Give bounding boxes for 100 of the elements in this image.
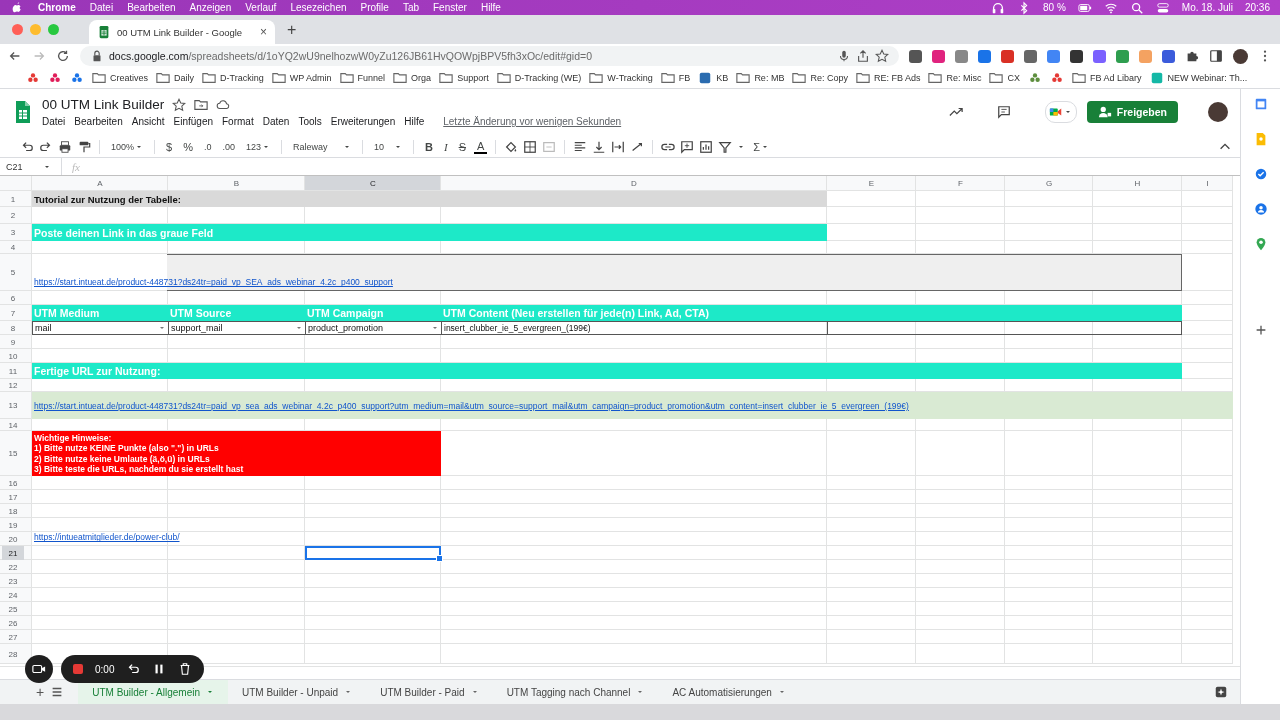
menu-item[interactable]: Bearbeiten bbox=[74, 116, 123, 128]
row-number[interactable]: 21 bbox=[2, 546, 24, 561]
row-number[interactable]: 16 bbox=[2, 476, 24, 491]
sheet-tab[interactable]: AC Automatisierungen bbox=[658, 680, 800, 704]
text-wrap-icon[interactable] bbox=[611, 139, 626, 154]
menu-item[interactable]: Lesezeichen bbox=[290, 2, 347, 13]
row-number[interactable]: 2 bbox=[2, 207, 24, 225]
menu-item[interactable]: Datei bbox=[42, 116, 66, 128]
bookmark[interactable]: Re: Copy bbox=[810, 73, 848, 83]
sheet-tab[interactable]: UTM Tagging nach Channel bbox=[492, 680, 659, 704]
address-bar[interactable]: docs.google.com/spreadsheets/d/1oYQ2wU9nelhozwW0yZu126JB61HvQOWpjBPV5fh3xOc/edit#gid=0 bbox=[80, 46, 899, 66]
comment-icon[interactable] bbox=[680, 139, 695, 154]
menu-item[interactable]: Chrome bbox=[38, 2, 76, 13]
row-number[interactable]: 19 bbox=[2, 518, 24, 533]
decrease-decimals-button[interactable]: .0 bbox=[200, 141, 215, 152]
reload-icon[interactable] bbox=[56, 49, 70, 63]
menu-item[interactable]: Profile bbox=[360, 2, 389, 13]
more-formats-dropdown[interactable]: 123 bbox=[242, 141, 273, 152]
sheet-tab[interactable]: UTM Builder - Paid bbox=[366, 680, 493, 704]
text-color-button[interactable]: A bbox=[473, 139, 488, 154]
redo-icon[interactable] bbox=[39, 139, 53, 154]
document-title[interactable]: 00 UTM Link Builder bbox=[42, 97, 165, 113]
menu-item[interactable]: Datei bbox=[89, 2, 114, 13]
move-folder-icon[interactable] bbox=[194, 97, 209, 112]
bookmark[interactable]: Support bbox=[457, 73, 489, 83]
bookmark[interactable]: NEW Webinar: Th... bbox=[1167, 73, 1248, 83]
row-number[interactable]: 6 bbox=[2, 291, 24, 306]
generated-url-link[interactable]: https://start.intueat.de/product-448731?ds24tr=paid_vp_sea_ads_webinar_4.2c_p400_support?utm_medium=mail&utm_source=support_mail&utm_campaign=product_promotion&utm_content=insert_clubber_ie_5_evergreen_(199€) bbox=[34, 400, 909, 411]
cloud-icon[interactable] bbox=[216, 97, 231, 112]
paint-format-icon[interactable] bbox=[77, 139, 91, 154]
undo-icon[interactable] bbox=[126, 662, 141, 676]
row-number[interactable]: 12 bbox=[2, 379, 24, 393]
increase-decimals-button[interactable]: .00 bbox=[219, 141, 238, 152]
star-icon[interactable] bbox=[875, 49, 889, 63]
menu-item[interactable]: Bearbeiten bbox=[127, 2, 176, 13]
undo-icon[interactable] bbox=[20, 139, 34, 154]
menu-item[interactable]: Ansicht bbox=[131, 116, 165, 128]
bookmark[interactable]: Orga bbox=[411, 73, 432, 83]
share-icon[interactable] bbox=[856, 49, 870, 63]
merge-cells-icon[interactable] bbox=[542, 139, 557, 154]
row-number[interactable]: 24 bbox=[2, 588, 24, 603]
row-number[interactable]: 27 bbox=[2, 630, 24, 645]
extension-icon[interactable] bbox=[909, 49, 922, 63]
row-number[interactable]: 14 bbox=[2, 419, 24, 432]
bookmark[interactable]: RE: FB Ads bbox=[873, 73, 921, 83]
menu-item[interactable]: Anzeigen bbox=[189, 2, 232, 13]
bookmark[interactable]: KB bbox=[716, 73, 729, 83]
row-number[interactable]: 3 bbox=[2, 224, 24, 242]
star-icon[interactable] bbox=[172, 97, 187, 112]
row-number[interactable]: 26 bbox=[2, 616, 24, 631]
row-number[interactable]: 15 bbox=[2, 431, 24, 477]
menu-item[interactable]: Fenster bbox=[433, 2, 467, 13]
microphone-icon[interactable] bbox=[837, 49, 851, 63]
meet-button[interactable] bbox=[1044, 101, 1077, 124]
bookmark-icon[interactable] bbox=[1050, 71, 1064, 85]
bookmark[interactable]: FB bbox=[678, 73, 691, 83]
sheet-tab[interactable]: UTM Builder - Unpaid bbox=[228, 680, 367, 704]
dropdown[interactable]: product_promotion bbox=[305, 321, 441, 336]
menu-item[interactable]: Einfügen bbox=[173, 116, 213, 128]
menu-item[interactable]: Tools bbox=[298, 116, 322, 128]
link[interactable]: https://start.intueat.de/product-448731?ds24tr=paid_vp_SEA_ads_webinar_4.2c_p400_support bbox=[34, 277, 393, 288]
row-number[interactable]: 9 bbox=[2, 335, 24, 350]
bookmark-icon[interactable] bbox=[70, 71, 84, 85]
sheets-icon[interactable] bbox=[97, 25, 111, 39]
bookmark[interactable]: D-Tracking bbox=[220, 73, 264, 83]
filter-icon[interactable] bbox=[718, 139, 733, 154]
search-icon[interactable] bbox=[1129, 0, 1144, 15]
row-number[interactable]: 11 bbox=[2, 363, 24, 380]
menu-item[interactable]: Format bbox=[222, 116, 254, 128]
link[interactable]: https://intueatmitglieder.de/power-club/ bbox=[34, 532, 180, 543]
bookmark[interactable]: CX bbox=[1007, 73, 1020, 83]
empty-field[interactable] bbox=[827, 321, 1182, 336]
menu-item[interactable]: Hilfe bbox=[404, 116, 425, 128]
row-number[interactable]: 1 bbox=[2, 191, 24, 208]
menu-item[interactable]: Tab bbox=[402, 2, 419, 13]
apple-icon[interactable] bbox=[10, 0, 24, 15]
functions-dropdown[interactable]: Σ bbox=[750, 140, 773, 153]
row-number[interactable]: 28 bbox=[2, 644, 24, 665]
borders-icon[interactable] bbox=[523, 139, 538, 154]
print-icon[interactable] bbox=[58, 139, 72, 154]
browser-tab[interactable]: 00 UTM Link Builder - Google × bbox=[89, 20, 275, 44]
bookmark-icon[interactable] bbox=[26, 71, 40, 85]
row-number[interactable]: 25 bbox=[2, 602, 24, 617]
strikethrough-button[interactable]: S bbox=[455, 140, 469, 153]
add-sheet-button[interactable]: + bbox=[30, 684, 51, 700]
bookmark[interactable]: Re: Misc bbox=[946, 73, 982, 83]
bookmark[interactable]: WP Admin bbox=[289, 73, 332, 83]
font-dropdown[interactable]: Raleway bbox=[290, 141, 354, 152]
row-number[interactable]: 5 bbox=[2, 254, 24, 292]
row-number[interactable]: 18 bbox=[2, 504, 24, 519]
vertical-align-icon[interactable] bbox=[592, 139, 607, 154]
bookmark[interactable]: Daily bbox=[174, 73, 195, 83]
row-number[interactable]: 22 bbox=[2, 560, 24, 575]
dropdown[interactable]: support_mail bbox=[168, 321, 305, 336]
account-avatar[interactable] bbox=[1208, 102, 1228, 123]
menu-item[interactable]: Daten bbox=[262, 116, 290, 128]
row-number[interactable]: 20 bbox=[2, 532, 24, 547]
font-size-dropdown[interactable]: 10 bbox=[371, 141, 405, 152]
bookmark[interactable]: Funnel bbox=[357, 73, 386, 83]
italic-button[interactable]: I bbox=[440, 140, 451, 153]
